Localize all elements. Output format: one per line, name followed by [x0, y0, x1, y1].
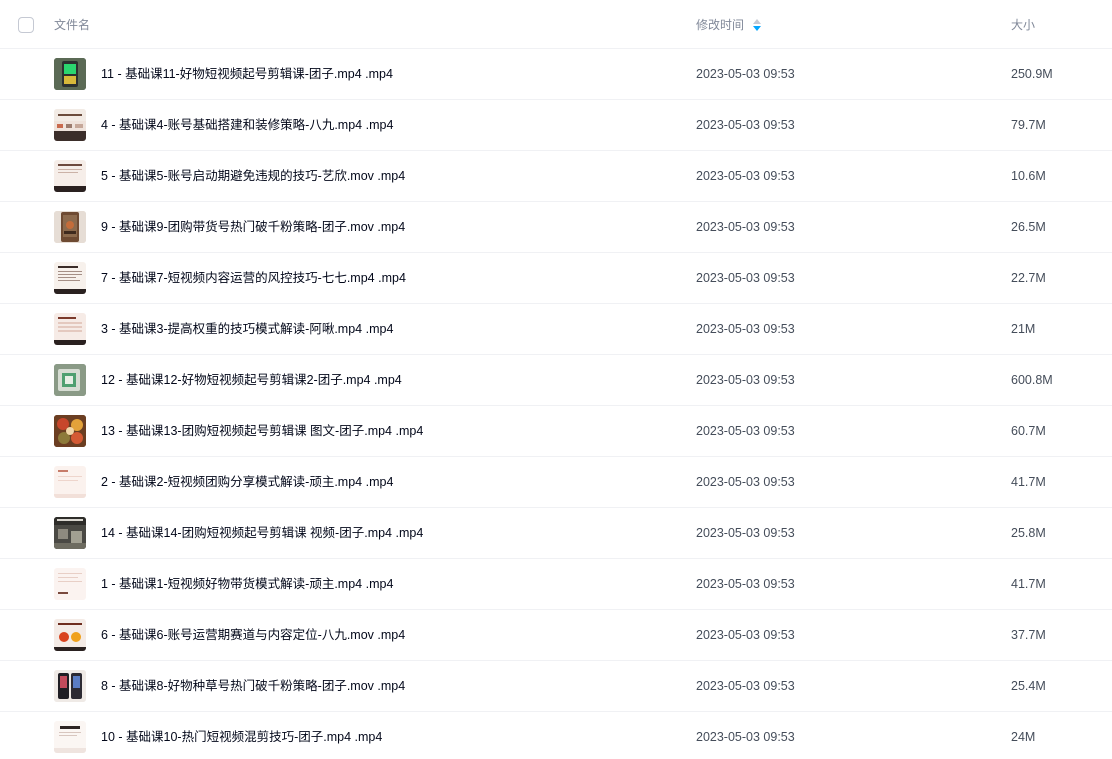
- file-size: 79.7M: [1011, 118, 1046, 132]
- video-thumbnail[interactable]: [54, 313, 86, 345]
- file-name[interactable]: 1 - 基础课1-短视频好物带货模式解读-顽主.mp4 .mp4: [101, 576, 393, 592]
- file-modified-time: 2023-05-03 09:53: [696, 169, 795, 183]
- file-modified-time: 2023-05-03 09:53: [696, 679, 795, 693]
- file-size: 25.4M: [1011, 679, 1046, 693]
- file-modified-time: 2023-05-03 09:53: [696, 628, 795, 642]
- file-name[interactable]: 8 - 基础课8-好物种草号热门破千粉策略-团子.mov .mp4: [101, 678, 405, 694]
- file-name[interactable]: 4 - 基础课4-账号基础搭建和装修策略-八九.mp4 .mp4: [101, 117, 393, 133]
- file-name[interactable]: 14 - 基础课14-团购短视频起号剪辑课 视频-团子.mp4 .mp4: [101, 525, 423, 541]
- sort-icon[interactable]: [752, 18, 762, 32]
- file-name[interactable]: 12 - 基础课12-好物短视频起号剪辑课2-团子.mp4 .mp4: [101, 372, 402, 388]
- file-name[interactable]: 3 - 基础课3-提高权重的技巧模式解读-阿啾.mp4 .mp4: [101, 321, 393, 337]
- file-row[interactable]: 2 - 基础课2-短视频团购分享模式解读-顽主.mp4 .mp4 2023-05-…: [0, 457, 1112, 508]
- column-header-time-label: 修改时间: [696, 18, 745, 32]
- column-header-time[interactable]: 修改时间: [696, 17, 762, 33]
- file-size: 25.8M: [1011, 526, 1046, 540]
- file-size: 600.8M: [1011, 373, 1053, 387]
- file-size: 41.7M: [1011, 475, 1046, 489]
- file-name[interactable]: 7 - 基础课7-短视频内容运营的风控技巧-七七.mp4 .mp4: [101, 270, 406, 286]
- file-row[interactable]: 12 - 基础课12-好物短视频起号剪辑课2-团子.mp4 .mp4 2023-0…: [0, 355, 1112, 406]
- file-row[interactable]: 11 - 基础课11-好物短视频起号剪辑课-团子.mp4 .mp4 2023-05…: [0, 49, 1112, 100]
- file-modified-time: 2023-05-03 09:53: [696, 322, 795, 336]
- file-row[interactable]: 6 - 基础课6-账号运营期赛道与内容定位-八九.mov .mp4 2023-05…: [0, 610, 1112, 661]
- file-modified-time: 2023-05-03 09:53: [696, 220, 795, 234]
- video-thumbnail[interactable]: [54, 568, 86, 600]
- file-modified-time: 2023-05-03 09:53: [696, 577, 795, 591]
- video-thumbnail[interactable]: [54, 619, 86, 651]
- file-name[interactable]: 2 - 基础课2-短视频团购分享模式解读-顽主.mp4 .mp4: [101, 474, 393, 490]
- file-list: 文件名 修改时间 大小 11 - 基础课11-好物短视频起号剪辑课-团子.mp4…: [0, 0, 1112, 759]
- file-name[interactable]: 11 - 基础课11-好物短视频起号剪辑课-团子.mp4 .mp4: [101, 66, 393, 82]
- file-name[interactable]: 13 - 基础课13-团购短视频起号剪辑课 图文-团子.mp4 .mp4: [101, 423, 423, 439]
- file-name[interactable]: 9 - 基础课9-团购带货号热门破千粉策略-团子.mov .mp4: [101, 219, 405, 235]
- file-modified-time: 2023-05-03 09:53: [696, 271, 795, 285]
- file-size: 22.7M: [1011, 271, 1046, 285]
- file-modified-time: 2023-05-03 09:53: [696, 67, 795, 81]
- file-row[interactable]: 10 - 基础课10-热门短视频混剪技巧-团子.mp4 .mp4 2023-05-…: [0, 712, 1112, 759]
- file-size: 41.7M: [1011, 577, 1046, 591]
- video-thumbnail[interactable]: [54, 160, 86, 192]
- file-row[interactable]: 13 - 基础课13-团购短视频起号剪辑课 图文-团子.mp4 .mp4 2023…: [0, 406, 1112, 457]
- file-size: 26.5M: [1011, 220, 1046, 234]
- file-rows: 11 - 基础课11-好物短视频起号剪辑课-团子.mp4 .mp4 2023-05…: [0, 49, 1112, 759]
- column-header-size[interactable]: 大小: [1011, 17, 1035, 33]
- video-thumbnail[interactable]: [54, 262, 86, 294]
- file-size: 60.7M: [1011, 424, 1046, 438]
- column-header-name[interactable]: 文件名: [54, 17, 90, 33]
- file-row[interactable]: 14 - 基础课14-团购短视频起号剪辑课 视频-团子.mp4 .mp4 2023…: [0, 508, 1112, 559]
- file-modified-time: 2023-05-03 09:53: [696, 475, 795, 489]
- file-row[interactable]: 8 - 基础课8-好物种草号热门破千粉策略-团子.mov .mp4 2023-05…: [0, 661, 1112, 712]
- file-size: 10.6M: [1011, 169, 1046, 183]
- file-modified-time: 2023-05-03 09:53: [696, 526, 795, 540]
- file-row[interactable]: 9 - 基础课9-团购带货号热门破千粉策略-团子.mov .mp4 2023-05…: [0, 202, 1112, 253]
- file-size: 250.9M: [1011, 67, 1053, 81]
- video-thumbnail[interactable]: [54, 517, 86, 549]
- file-modified-time: 2023-05-03 09:53: [696, 118, 795, 132]
- file-row[interactable]: 1 - 基础课1-短视频好物带货模式解读-顽主.mp4 .mp4 2023-05-…: [0, 559, 1112, 610]
- file-modified-time: 2023-05-03 09:53: [696, 730, 795, 744]
- video-thumbnail[interactable]: [54, 109, 86, 141]
- video-thumbnail[interactable]: [54, 670, 86, 702]
- file-name[interactable]: 6 - 基础课6-账号运营期赛道与内容定位-八九.mov .mp4: [101, 627, 405, 643]
- video-thumbnail[interactable]: [54, 415, 86, 447]
- file-size: 37.7M: [1011, 628, 1046, 642]
- file-row[interactable]: 5 - 基础课5-账号启动期避免违规的技巧-艺欣.mov .mp4 2023-05…: [0, 151, 1112, 202]
- file-row[interactable]: 7 - 基础课7-短视频内容运营的风控技巧-七七.mp4 .mp4 2023-05…: [0, 253, 1112, 304]
- file-size: 24M: [1011, 730, 1036, 744]
- file-row[interactable]: 4 - 基础课4-账号基础搭建和装修策略-八九.mp4 .mp4 2023-05-…: [0, 100, 1112, 151]
- video-thumbnail[interactable]: [54, 364, 86, 396]
- video-thumbnail[interactable]: [54, 211, 86, 243]
- video-thumbnail[interactable]: [54, 466, 86, 498]
- select-all-checkbox[interactable]: [18, 17, 34, 33]
- file-size: 21M: [1011, 322, 1036, 336]
- video-thumbnail[interactable]: [54, 721, 86, 753]
- file-name[interactable]: 5 - 基础课5-账号启动期避免违规的技巧-艺欣.mov .mp4: [101, 168, 405, 184]
- file-row[interactable]: 3 - 基础课3-提高权重的技巧模式解读-阿啾.mp4 .mp4 2023-05-…: [0, 304, 1112, 355]
- file-name[interactable]: 10 - 基础课10-热门短视频混剪技巧-团子.mp4 .mp4: [101, 729, 382, 745]
- video-thumbnail[interactable]: [54, 58, 86, 90]
- file-modified-time: 2023-05-03 09:53: [696, 424, 795, 438]
- list-header: 文件名 修改时间 大小: [0, 0, 1112, 49]
- file-modified-time: 2023-05-03 09:53: [696, 373, 795, 387]
